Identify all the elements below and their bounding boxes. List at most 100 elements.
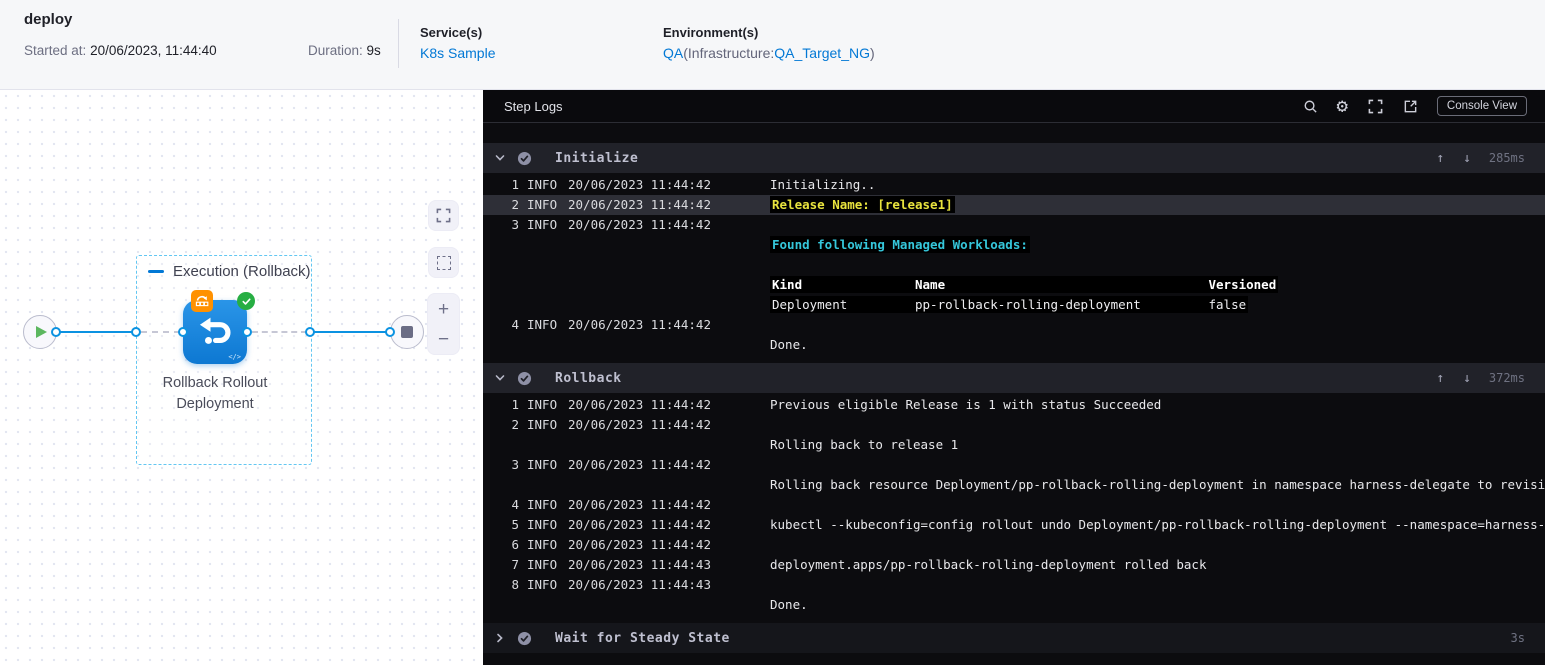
log-line: 1 INFO 20/06/2023 11:44:42 Previous eligibl… bbox=[483, 395, 1545, 415]
collapse-group-icon[interactable] bbox=[148, 269, 164, 274]
chevron-down-icon[interactable] bbox=[494, 152, 506, 164]
log-line: 3 INFO 20/06/2023 11:44:42 bbox=[483, 215, 1545, 235]
log-line-number: 4 bbox=[511, 497, 519, 512]
started-at: Started at: 20/06/2023, 11:44:40 bbox=[24, 43, 217, 58]
edge-connector bbox=[51, 327, 61, 337]
log-settings-button[interactable]: ⚙ bbox=[1327, 96, 1356, 116]
header-divider bbox=[398, 19, 399, 68]
log-line-number bbox=[483, 475, 519, 495]
log-line-number: 7 bbox=[511, 557, 519, 572]
scroll-up-icon[interactable]: ↑ bbox=[1436, 151, 1444, 166]
started-at-label: Started at: bbox=[24, 43, 87, 58]
service-link[interactable]: K8s Sample bbox=[420, 45, 495, 61]
services-label: Service(s) bbox=[420, 25, 483, 40]
console-view-button[interactable]: Console View bbox=[1436, 96, 1527, 116]
scroll-up-icon[interactable]: ↑ bbox=[1436, 371, 1444, 386]
log-level: INFO bbox=[527, 177, 558, 192]
log-line-number: 2 bbox=[511, 197, 519, 212]
log-toolbar: Step Logs ⚙ Console View bbox=[483, 90, 1545, 123]
selection-box-icon bbox=[436, 255, 451, 270]
log-level bbox=[519, 255, 568, 275]
rollback-step-node[interactable]: </> bbox=[183, 290, 255, 364]
log-line: Done. bbox=[483, 335, 1545, 355]
rollout-deployment-badge-icon bbox=[191, 290, 213, 312]
log-timestamp: 20/06/2023 11:44:42 bbox=[568, 417, 711, 432]
duration-value: 9s bbox=[366, 43, 381, 58]
edge-connector bbox=[131, 327, 141, 337]
section-success-icon bbox=[517, 151, 532, 166]
log-timestamp: 20/06/2023 11:44:42 bbox=[568, 457, 711, 472]
canvas-fullscreen-button[interactable] bbox=[428, 200, 459, 231]
zoom-out-button[interactable]: − bbox=[438, 330, 449, 349]
log-timestamp bbox=[568, 295, 770, 315]
log-level bbox=[519, 235, 568, 255]
edge-connector bbox=[385, 327, 395, 337]
code-icon: </> bbox=[228, 353, 241, 361]
log-level: INFO bbox=[527, 577, 558, 592]
log-timestamp: 20/06/2023 11:44:42 bbox=[568, 517, 711, 532]
log-message: Rolling back resource Deployment/pp-roll… bbox=[770, 477, 1545, 492]
log-line: 1 INFO 20/06/2023 11:44:42 Initializing.. bbox=[483, 175, 1545, 195]
started-at-value: 20/06/2023, 11:44:40 bbox=[90, 43, 217, 58]
log-timestamp: 20/06/2023 11:44:42 bbox=[568, 217, 711, 232]
log-section-header[interactable]: Wait for Steady State 3s bbox=[483, 623, 1545, 653]
log-line-number: 6 bbox=[511, 537, 519, 552]
section-success-icon bbox=[517, 631, 532, 646]
log-timestamp bbox=[568, 255, 770, 275]
canvas-select-button[interactable] bbox=[428, 247, 459, 278]
step-node-label: Rollback Rollout Deployment bbox=[162, 375, 268, 412]
log-section-header[interactable]: Initialize ↑ ↓ 285ms bbox=[483, 143, 1545, 173]
log-fullscreen-button[interactable] bbox=[1357, 99, 1394, 114]
log-level: INFO bbox=[527, 537, 558, 552]
edge-connector bbox=[178, 327, 188, 337]
execution-header: deploy Started at: 20/06/2023, 11:44:40 … bbox=[0, 0, 1545, 90]
log-timestamp bbox=[568, 475, 770, 495]
step-logs-panel: Step Logs ⚙ Console View Initialize ↑ ↓ … bbox=[483, 90, 1545, 665]
log-line-number bbox=[483, 335, 519, 355]
environments-label: Environment(s) bbox=[663, 25, 759, 40]
log-level: INFO bbox=[527, 497, 558, 512]
log-level: INFO bbox=[527, 557, 558, 572]
zoom-in-button[interactable]: + bbox=[438, 300, 449, 319]
canvas-zoom-controls: + − bbox=[427, 293, 460, 355]
pipeline-end-node bbox=[390, 315, 424, 349]
log-message: Previous eligible Release is 1 with stat… bbox=[770, 397, 1162, 412]
log-line-number: 5 bbox=[511, 517, 519, 532]
section-duration: 3s bbox=[1510, 631, 1525, 645]
log-message: Kind Name Versioned bbox=[770, 276, 1279, 293]
log-panel-title: Step Logs bbox=[504, 98, 563, 114]
log-section-header[interactable]: Rollback ↑ ↓ 372ms bbox=[483, 363, 1545, 393]
log-line: Rolling back resource Deployment/pp-roll… bbox=[483, 475, 1545, 495]
section-title: Wait for Steady State bbox=[555, 630, 730, 646]
log-level: INFO bbox=[527, 317, 558, 332]
scroll-down-icon[interactable]: ↓ bbox=[1463, 151, 1471, 166]
log-line: 6 INFO 20/06/2023 11:44:42 bbox=[483, 535, 1545, 555]
log-line-number bbox=[483, 235, 519, 255]
log-level: INFO bbox=[527, 197, 558, 212]
execution-group-header[interactable]: Execution (Rollback) bbox=[148, 263, 311, 280]
log-line: 2 INFO 20/06/2023 11:44:42 bbox=[483, 415, 1545, 435]
log-level bbox=[519, 275, 568, 295]
log-line-number: 8 bbox=[511, 577, 519, 592]
log-timestamp bbox=[568, 335, 770, 355]
log-line-number bbox=[483, 595, 519, 615]
log-level: INFO bbox=[527, 517, 558, 532]
chevron-right-icon[interactable] bbox=[494, 632, 506, 644]
log-message bbox=[770, 255, 1545, 275]
log-section: Initialize ↑ ↓ 285ms 1 INFO 20/06/2023 11:44:4… bbox=[483, 143, 1545, 358]
log-line: Kind Name Versioned bbox=[483, 275, 1545, 295]
section-title: Rollback bbox=[555, 370, 622, 386]
chevron-down-icon[interactable] bbox=[494, 372, 506, 384]
log-message: Initializing.. bbox=[770, 177, 876, 192]
log-sections: Initialize ↑ ↓ 285ms 1 INFO 20/06/2023 11:44:4… bbox=[483, 123, 1545, 653]
environment-link[interactable]: QA(Infrastructure:QA_Target_NG) bbox=[663, 45, 875, 61]
log-message bbox=[770, 495, 1545, 515]
log-line: 2 INFO 20/06/2023 11:44:42 Release Name: [r… bbox=[483, 195, 1545, 215]
log-search-button[interactable] bbox=[1294, 99, 1327, 114]
scroll-down-icon[interactable]: ↓ bbox=[1463, 371, 1471, 386]
external-link-icon bbox=[1404, 100, 1417, 112]
log-message: Done. bbox=[770, 337, 808, 352]
pipeline-graph-canvas[interactable]: Execution (Rollback) </> Rollback Rollou… bbox=[0, 90, 483, 665]
log-timestamp bbox=[568, 595, 770, 615]
open-in-new-button[interactable] bbox=[1394, 99, 1427, 114]
